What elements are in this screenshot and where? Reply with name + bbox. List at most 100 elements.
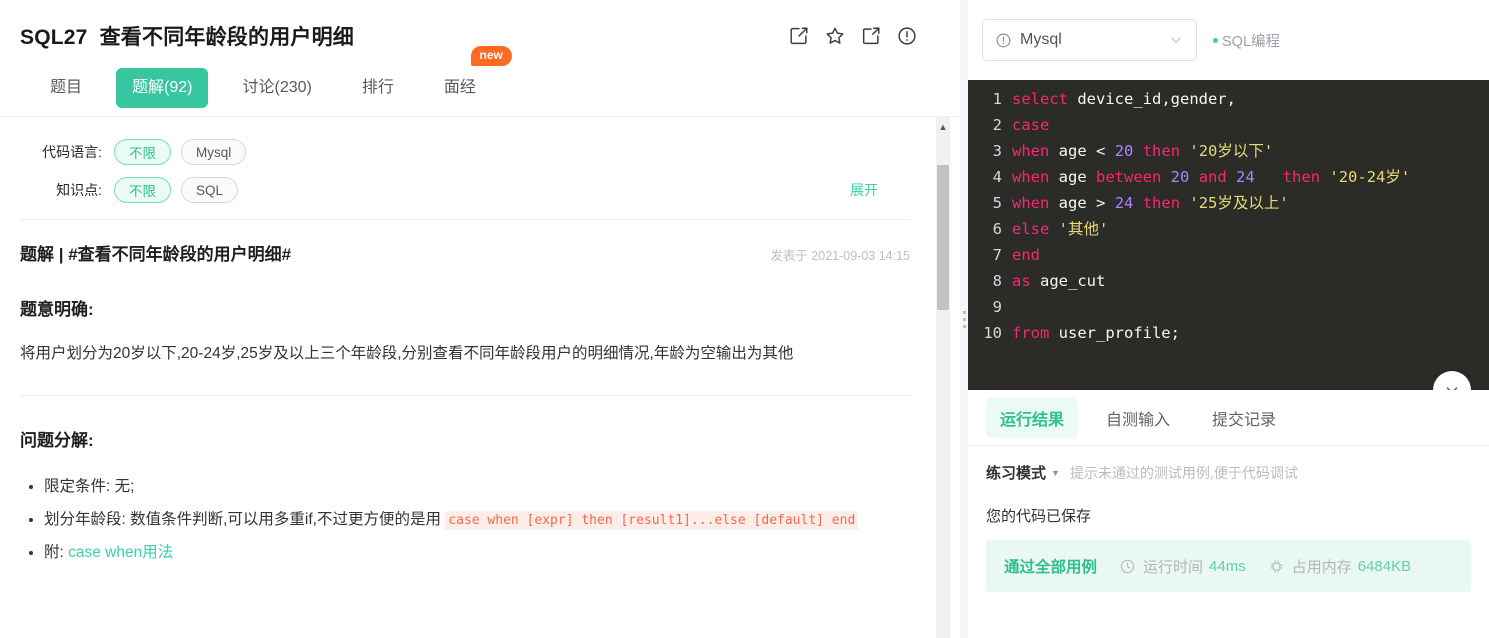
- star-icon[interactable]: [824, 25, 846, 47]
- filter-label: 代码语言:: [42, 144, 102, 160]
- memory-value: 6484KB: [1357, 557, 1412, 575]
- code-text: case: [1012, 116, 1050, 134]
- sql-mode-label: SQL编程: [1222, 33, 1281, 50]
- code-line: 3 when age < 20 then '20岁以下': [968, 138, 1489, 164]
- code-line: 9: [968, 294, 1489, 320]
- language-value: Mysql: [1020, 31, 1062, 48]
- divider-line: [20, 219, 910, 220]
- chip-language-all[interactable]: 不限: [114, 139, 171, 165]
- report-icon[interactable]: [896, 25, 918, 47]
- result-summary: 通过全部用例 运行时间 44ms 占用内存 6484KB: [986, 540, 1471, 592]
- chip-topic-sql[interactable]: SQL: [181, 177, 239, 203]
- status-dot-icon: [1213, 37, 1218, 43]
- list-item-text: 划分年龄段: 数值条件判断,可以用多重if,不过更方便的是用: [44, 511, 446, 528]
- line-number: 2: [992, 116, 1002, 134]
- chip-topic-all[interactable]: 不限: [114, 177, 171, 203]
- drag-dots-icon: [962, 310, 966, 328]
- memory-label: 占用内存: [1291, 558, 1352, 576]
- left-panel: SQL27 查看不同年龄段的用户明细 题目 题解(92) 讨论(230) 排行 …: [0, 0, 960, 638]
- tab-self-test[interactable]: 自测输入: [1092, 398, 1184, 438]
- share-icon[interactable]: [860, 25, 882, 47]
- tab-solutions[interactable]: 题解(92): [116, 68, 209, 108]
- line-number: 3: [992, 142, 1002, 160]
- problem-code: SQL27: [20, 26, 88, 49]
- filter-row-topic: 知识点: 不限 SQL 展开: [20, 173, 918, 207]
- tab-label: 题目: [50, 79, 83, 96]
- mode-name[interactable]: 练习模式: [986, 462, 1046, 483]
- code-text: when age between 20 and 24 then '20-24岁': [1012, 168, 1411, 186]
- section-rule: [20, 395, 910, 396]
- problem-header: SQL27 查看不同年龄段的用户明细 题目 题解(92) 讨论(230) 排行 …: [0, 0, 960, 117]
- code-line: 6 else '其他': [968, 216, 1489, 242]
- line-number: 8: [992, 272, 1002, 290]
- info-circle-icon: [995, 32, 1012, 49]
- scroll-up-arrow[interactable]: ▲: [936, 123, 950, 132]
- line-number: 5: [992, 194, 1002, 212]
- inline-code: case when [expr] then [result1]...else […: [445, 511, 859, 530]
- language-select[interactable]: Mysql: [982, 19, 1197, 61]
- code-line: 2 case: [968, 112, 1489, 138]
- line-number: 1: [992, 90, 1002, 108]
- case-when-link[interactable]: case when用法: [68, 544, 173, 561]
- content-inner: 代码语言: 不限 Mysql 知识点: 不限 SQL 展开 题解 | #查看不同…: [0, 117, 960, 568]
- list-item-text: 附:: [44, 544, 69, 561]
- scrollbar-thumb[interactable]: [937, 165, 949, 310]
- runtime-value: 44ms: [1209, 557, 1246, 575]
- tab-run-result[interactable]: 运行结果: [986, 397, 1079, 438]
- tab-label: 排行: [361, 79, 394, 96]
- line-number: 4: [992, 168, 1002, 186]
- code-line: 5 when age > 24 then '25岁及以上': [968, 190, 1489, 216]
- caret-down-icon[interactable]: ▼: [1051, 468, 1060, 478]
- tab-label: 面经: [443, 79, 476, 96]
- tab-problem[interactable]: 题目: [34, 68, 98, 108]
- edit-icon[interactable]: [788, 25, 810, 47]
- tab-submissions[interactable]: 提交记录: [1198, 398, 1290, 438]
- new-badge: new: [470, 46, 512, 66]
- header-actions: [788, 25, 940, 47]
- saved-text: 您的代码已保存: [986, 508, 1092, 525]
- app-root: SQL27 查看不同年龄段的用户明细 题目 题解(92) 讨论(230) 排行 …: [0, 0, 1489, 638]
- runtime-label: 运行时间: [1143, 558, 1204, 576]
- clock-icon: [1119, 558, 1136, 575]
- content-scrollbar[interactable]: ▲: [936, 117, 950, 638]
- code-line: 10 from user_profile;: [968, 320, 1489, 346]
- tab-label: 题解(92): [132, 79, 193, 96]
- page-title: SQL27 查看不同年龄段的用户明细: [20, 21, 354, 51]
- line-number: 9: [992, 298, 1002, 316]
- solution-content: 代码语言: 不限 Mysql 知识点: 不限 SQL 展开 题解 | #查看不同…: [0, 117, 960, 638]
- section-heading-intent: 题意明确:: [20, 300, 94, 319]
- expand-filters-link[interactable]: 展开: [850, 180, 918, 200]
- post-title: 题解 | #查看不同年龄段的用户明细#: [20, 245, 292, 264]
- tab-discussion[interactable]: 讨论(230): [226, 68, 327, 108]
- list-item: 附: case when用法: [44, 537, 900, 568]
- panel-resize-handle[interactable]: [960, 0, 968, 638]
- code-text: select device_id,gender,: [1012, 90, 1236, 108]
- mode-hint: 提示未通过的测试用例,便于代码调试: [1069, 464, 1298, 481]
- chip-language-mysql[interactable]: Mysql: [181, 139, 247, 165]
- code-text: when age > 24 then '25岁及以上': [1012, 194, 1289, 212]
- problem-tabs: 题目 题解(92) 讨论(230) 排行 面经 new: [20, 46, 940, 116]
- filter-row-language: 代码语言: 不限 Mysql: [20, 135, 918, 169]
- tab-interview[interactable]: 面经 new: [428, 46, 512, 108]
- sql-mode-tag: SQL编程: [1213, 30, 1280, 51]
- status-badge: 通过全部用例: [1004, 559, 1098, 576]
- list-item: 划分年龄段: 数值条件判断,可以用多重if,不过更方便的是用 case when…: [44, 504, 900, 535]
- collapse-editor-button[interactable]: [1433, 371, 1471, 390]
- problem-title: 查看不同年龄段的用户明细: [99, 26, 355, 49]
- list-item: 限定条件: 无;: [44, 471, 900, 502]
- section-heading-breakdown: 问题分解:: [20, 431, 94, 450]
- filter-label: 知识点:: [56, 182, 102, 198]
- line-number: 7: [992, 246, 1002, 264]
- code-editor[interactable]: 1 select device_id,gender, 2 case 3 when age …: [968, 80, 1489, 390]
- code-line: 1 select device_id,gender,: [968, 86, 1489, 112]
- mode-row: 练习模式 ▼ 提示未通过的测试用例,便于代码调试: [968, 446, 1489, 483]
- results-tabs: 运行结果 自测输入 提交记录: [968, 390, 1489, 446]
- tab-ranking[interactable]: 排行: [346, 68, 410, 108]
- chevron-down-icon: [1168, 32, 1184, 48]
- section-body-intent: 将用户划分为20岁以下,20-24岁,25岁及以上三个年龄段,分别查看不同年龄段…: [20, 345, 794, 362]
- line-number: 10: [983, 324, 1002, 342]
- language-bar: Mysql SQL编程: [968, 0, 1489, 80]
- line-number: 6: [992, 220, 1002, 238]
- code-text: when age < 20 then '20岁以下': [1012, 142, 1274, 160]
